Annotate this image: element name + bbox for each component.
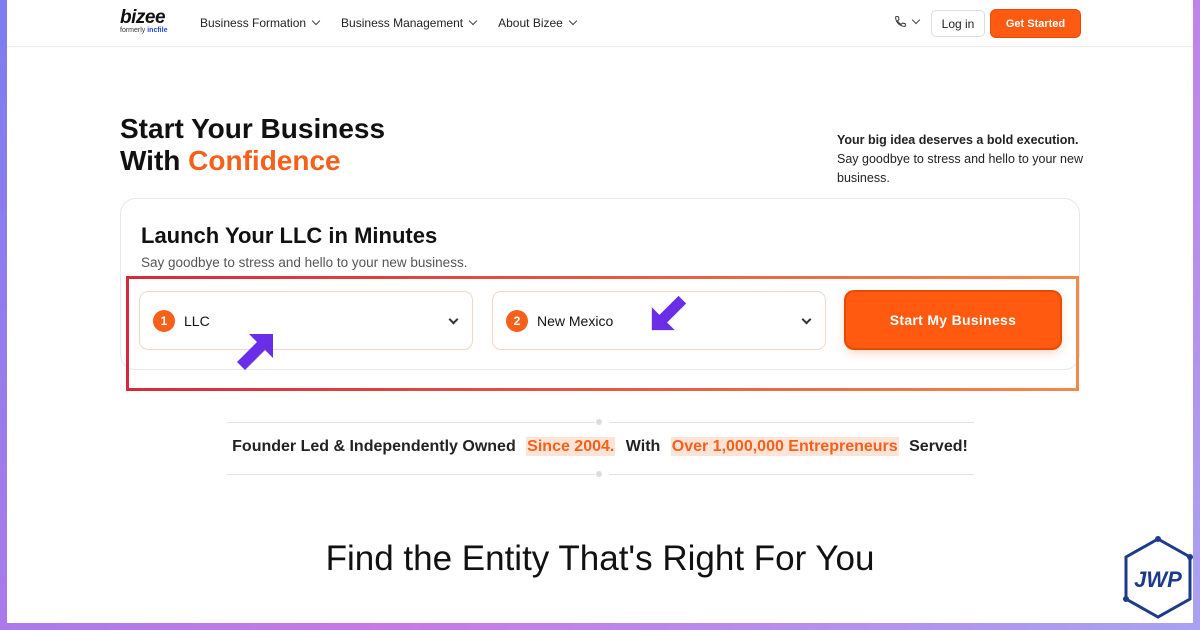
svg-text:JWP: JWP — [1134, 567, 1182, 592]
jwp-watermark-logo: JWP — [1123, 536, 1193, 619]
divider-dot — [596, 471, 602, 477]
trust-statement: Founder Led & Independently Owned Since … — [232, 437, 968, 456]
chevron-down-icon — [448, 314, 459, 325]
divider — [227, 474, 595, 475]
arrow-pointer-icon — [651, 295, 687, 331]
state-value: New Mexico — [537, 312, 614, 329]
main-nav: Business Formation Business Management A… — [200, 16, 578, 30]
chevron-down-icon — [468, 16, 478, 26]
nav-business-management[interactable]: Business Management — [341, 16, 478, 30]
entity-type-value: LLC — [184, 312, 210, 329]
phone-menu[interactable] — [894, 15, 921, 28]
hero-title: Start Your Business With Confidence — [120, 113, 386, 176]
chevron-down-icon — [801, 314, 812, 325]
hero-title-accent: Confidence — [188, 145, 341, 176]
launch-subtitle: Say goodbye to stress and hello to your … — [141, 255, 468, 270]
divider-dot — [596, 419, 602, 425]
logo[interactable]: bizee formerly incfile — [120, 7, 168, 34]
step-badge: 1 — [153, 309, 175, 332]
arrow-pointer-icon — [237, 334, 273, 370]
phone-icon — [895, 16, 906, 27]
trust-highlight: Over 1,000,000 Entrepreneurs — [670, 437, 899, 456]
get-started-button[interactable]: Get Started — [991, 10, 1080, 37]
chevron-down-icon — [911, 15, 921, 24]
nav-about-bizee[interactable]: About Bizee — [498, 16, 578, 30]
trust-highlight: Since 2004. — [526, 437, 616, 456]
chevron-down-icon — [311, 16, 321, 26]
chevron-down-icon — [568, 16, 578, 26]
entity-section-heading: Find the Entity That's Right For You — [325, 539, 875, 578]
logo-tagline: formerly incfile — [120, 27, 168, 34]
divider — [609, 474, 974, 475]
divider — [227, 422, 595, 423]
entity-type-select[interactable]: 1 LLC — [139, 291, 473, 350]
nav-business-formation[interactable]: Business Formation — [200, 16, 321, 30]
start-my-business-button[interactable]: Start My Business — [846, 292, 1060, 348]
site-header: bizee formerly incfile Business Formatio… — [7, 0, 1193, 47]
divider — [609, 422, 974, 423]
login-button[interactable]: Log in — [931, 10, 985, 37]
hero-tagline: Your big idea deserves a bold execution.… — [837, 133, 1083, 185]
page: bizee formerly incfile Business Formatio… — [7, 0, 1193, 623]
step-badge: 2 — [506, 309, 528, 332]
logo-wordmark: bizee — [120, 7, 166, 28]
launch-title: Launch Your LLC in Minutes — [141, 223, 438, 248]
